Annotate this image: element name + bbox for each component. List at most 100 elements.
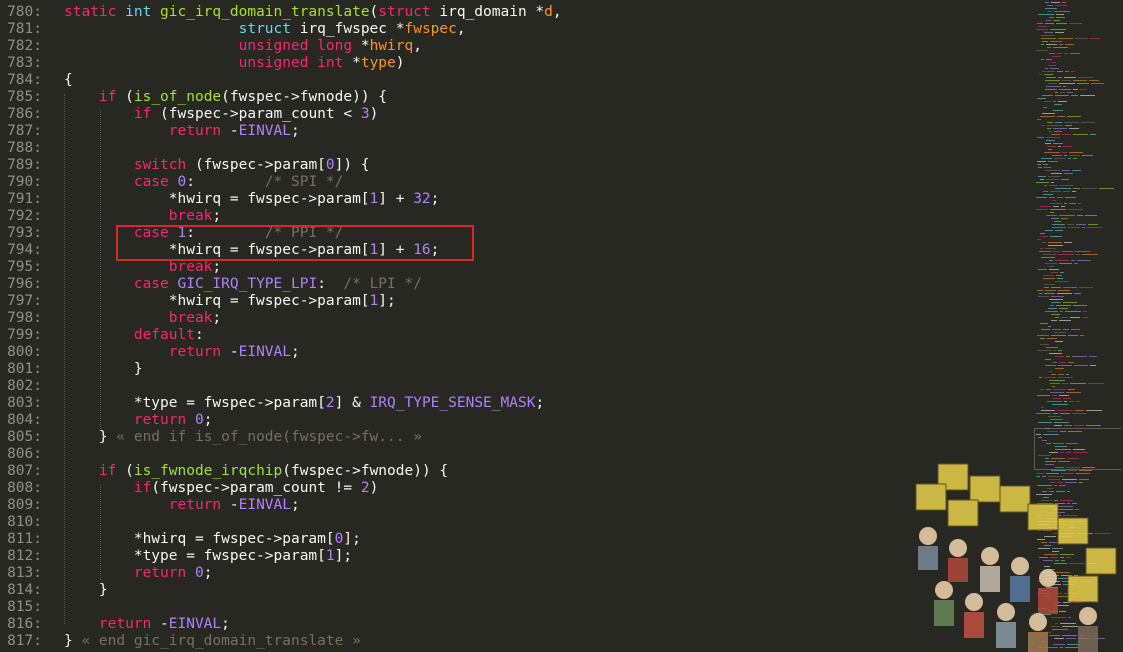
- minimap-line: [1057, 410, 1073, 411]
- code-text[interactable]: static int gic_irq_domain_translate(stru…: [64, 4, 562, 21]
- code-text[interactable]: if (is_fwnode_irqchip(fwspec->fwnode)) {: [64, 463, 448, 480]
- code-text[interactable]: *hwirq = fwspec->param[1];: [64, 293, 396, 310]
- line-number: 793:: [7, 225, 42, 241]
- minimap-line: [1046, 179, 1059, 180]
- code-text[interactable]: }: [64, 582, 108, 599]
- code-line[interactable]: 804: return 0;: [0, 412, 212, 429]
- code-text[interactable]: return -EINVAL;: [64, 344, 300, 361]
- code-line[interactable]: 791: *hwirq = fwspec->param[1] + 32;: [0, 191, 439, 208]
- code-line[interactable]: 786: if (fwspec->param_count < 3): [0, 106, 378, 123]
- minimap-line: [1042, 41, 1048, 42]
- code-line[interactable]: 793: case 1: /* PPI */: [0, 225, 343, 242]
- code-line[interactable]: 815:: [0, 599, 42, 616]
- code-text[interactable]: unsigned int *type): [64, 55, 405, 72]
- code-text[interactable]: return -EINVAL;: [64, 123, 300, 140]
- code-line[interactable]: 781: struct irq_fwspec *fwspec,: [0, 21, 466, 38]
- code-line[interactable]: 795: break;: [0, 259, 221, 276]
- code-text[interactable]: {: [64, 72, 73, 89]
- code-line[interactable]: 799: default:: [0, 327, 204, 344]
- code-line[interactable]: 808: if(fwspec->param_count != 2): [0, 480, 378, 497]
- code-text[interactable]: } « end if is_of_node(fwspec->fw... »: [64, 429, 422, 446]
- minimap-line: [1055, 92, 1058, 93]
- code-token: gic_irq_domain_translate: [160, 4, 370, 20]
- code-text[interactable]: break;: [64, 259, 221, 276]
- code-line[interactable]: 783: unsigned int *type): [0, 55, 404, 72]
- code-text[interactable]: return -EINVAL;: [64, 497, 300, 514]
- minimap-line: [1047, 431, 1058, 432]
- code-line[interactable]: 794: *hwirq = fwspec->param[1] + 16;: [0, 242, 439, 259]
- code-text[interactable]: default:: [64, 327, 204, 344]
- code-line[interactable]: 811: *hwirq = fwspec->param[0];: [0, 531, 361, 548]
- code-line[interactable]: 789: switch (fwspec->param[0]) {: [0, 157, 369, 174]
- code-text[interactable]: case 0: /* SPI */: [64, 174, 344, 191]
- code-text[interactable]: return -EINVAL;: [64, 616, 230, 633]
- code-text[interactable]: unsigned long *hwirq,: [64, 38, 422, 55]
- code-line[interactable]: 801: }: [0, 361, 143, 378]
- code-token: *: [352, 55, 361, 71]
- code-token: ] +: [378, 191, 414, 207]
- code-line[interactable]: 805: } « end if is_of_node(fwspec->fw...…: [0, 429, 422, 446]
- code-line[interactable]: 806:: [0, 446, 42, 463]
- code-line[interactable]: 787: return -EINVAL;: [0, 123, 300, 140]
- code-line[interactable]: 812: *type = fwspec->param[1];: [0, 548, 352, 565]
- code-text[interactable]: } « end gic_irq_domain_translate »: [64, 633, 361, 650]
- code-line[interactable]: 798: break;: [0, 310, 221, 327]
- code-line[interactable]: 813: return 0;: [0, 565, 212, 582]
- code-text[interactable]: struct irq_fwspec *fwspec,: [64, 21, 466, 38]
- code-line[interactable]: 790: case 0: /* SPI */: [0, 174, 343, 191]
- minimap-line: [1053, 206, 1059, 207]
- code-text[interactable]: break;: [64, 310, 221, 327]
- minimap-line: [1068, 209, 1083, 210]
- code-text[interactable]: if (is_of_node(fwspec->fwnode)) {: [64, 89, 387, 106]
- code-line[interactable]: 803: *type = fwspec->param[2] & IRQ_TYPE…: [0, 395, 544, 412]
- code-text[interactable]: *hwirq = fwspec->param[0];: [64, 531, 361, 548]
- code-line[interactable]: 810:: [0, 514, 42, 531]
- code-line[interactable]: 816: return -EINVAL;: [0, 616, 230, 633]
- code-line[interactable]: 817:} « end gic_irq_domain_translate »: [0, 633, 361, 650]
- code-line[interactable]: 809: return -EINVAL;: [0, 497, 300, 514]
- code-token: ];: [378, 293, 396, 309]
- code-line[interactable]: 796: case GIC_IRQ_TYPE_LPI: /* LPI */: [0, 276, 422, 293]
- minimap-line: [1045, 365, 1056, 366]
- minimap-line: [1045, 248, 1056, 249]
- minimap-line: [1073, 158, 1077, 159]
- minimap-line: [1050, 203, 1062, 204]
- minimap-line: [1048, 149, 1052, 150]
- code-line[interactable]: 785: if (is_of_node(fwspec->fwnode)) {: [0, 89, 387, 106]
- code-line[interactable]: 814: }: [0, 582, 108, 599]
- code-token: ;: [291, 344, 300, 360]
- code-line[interactable]: 807: if (is_fwnode_irqchip(fwspec->fwnod…: [0, 463, 448, 480]
- code-line[interactable]: 792: break;: [0, 208, 221, 225]
- minimap-line: [1043, 275, 1054, 276]
- code-text[interactable]: }: [64, 361, 143, 378]
- code-editor[interactable]: 780: static int gic_irq_domain_translate(…: [0, 0, 1030, 652]
- minimap-line: [1038, 26, 1047, 27]
- code-text[interactable]: *type = fwspec->param[1];: [64, 548, 352, 565]
- code-text[interactable]: return 0;: [64, 412, 213, 429]
- minimap-line: [1053, 398, 1061, 399]
- code-text[interactable]: *type = fwspec->param[2] & IRQ_TYPE_SENS…: [64, 395, 544, 412]
- code-line[interactable]: 800: return -EINVAL;: [0, 344, 300, 361]
- code-line[interactable]: 788:: [0, 140, 42, 157]
- code-text[interactable]: return 0;: [64, 565, 213, 582]
- code-line[interactable]: 797: *hwirq = fwspec->param[1];: [0, 293, 396, 310]
- minimap-line: [1075, 251, 1090, 252]
- code-text[interactable]: switch (fwspec->param[0]) {: [64, 157, 370, 174]
- code-text[interactable]: *hwirq = fwspec->param[1] + 32;: [64, 191, 440, 208]
- line-number: 815:: [7, 599, 42, 615]
- minimap-line: [1060, 272, 1064, 273]
- code-line[interactable]: 780: static int gic_irq_domain_translate(…: [0, 4, 562, 21]
- code-line[interactable]: 782: unsigned long *hwirq,: [0, 38, 422, 55]
- minimap-line: [1059, 44, 1063, 45]
- minimap-line: [1038, 269, 1047, 270]
- code-text[interactable]: case GIC_IRQ_TYPE_LPI: /* LPI */: [64, 276, 422, 293]
- code-text[interactable]: break;: [64, 208, 221, 225]
- code-line[interactable]: 802:: [0, 378, 42, 395]
- minimap-line: [1051, 296, 1064, 297]
- code-line[interactable]: 784: {: [0, 72, 73, 89]
- minimap-line: [1048, 83, 1057, 84]
- code-text[interactable]: if(fwspec->param_count != 2): [64, 480, 378, 497]
- minimap-line: [1041, 410, 1055, 411]
- minimap-line: [1090, 365, 1096, 366]
- code-text[interactable]: if (fwspec->param_count < 3): [64, 106, 378, 123]
